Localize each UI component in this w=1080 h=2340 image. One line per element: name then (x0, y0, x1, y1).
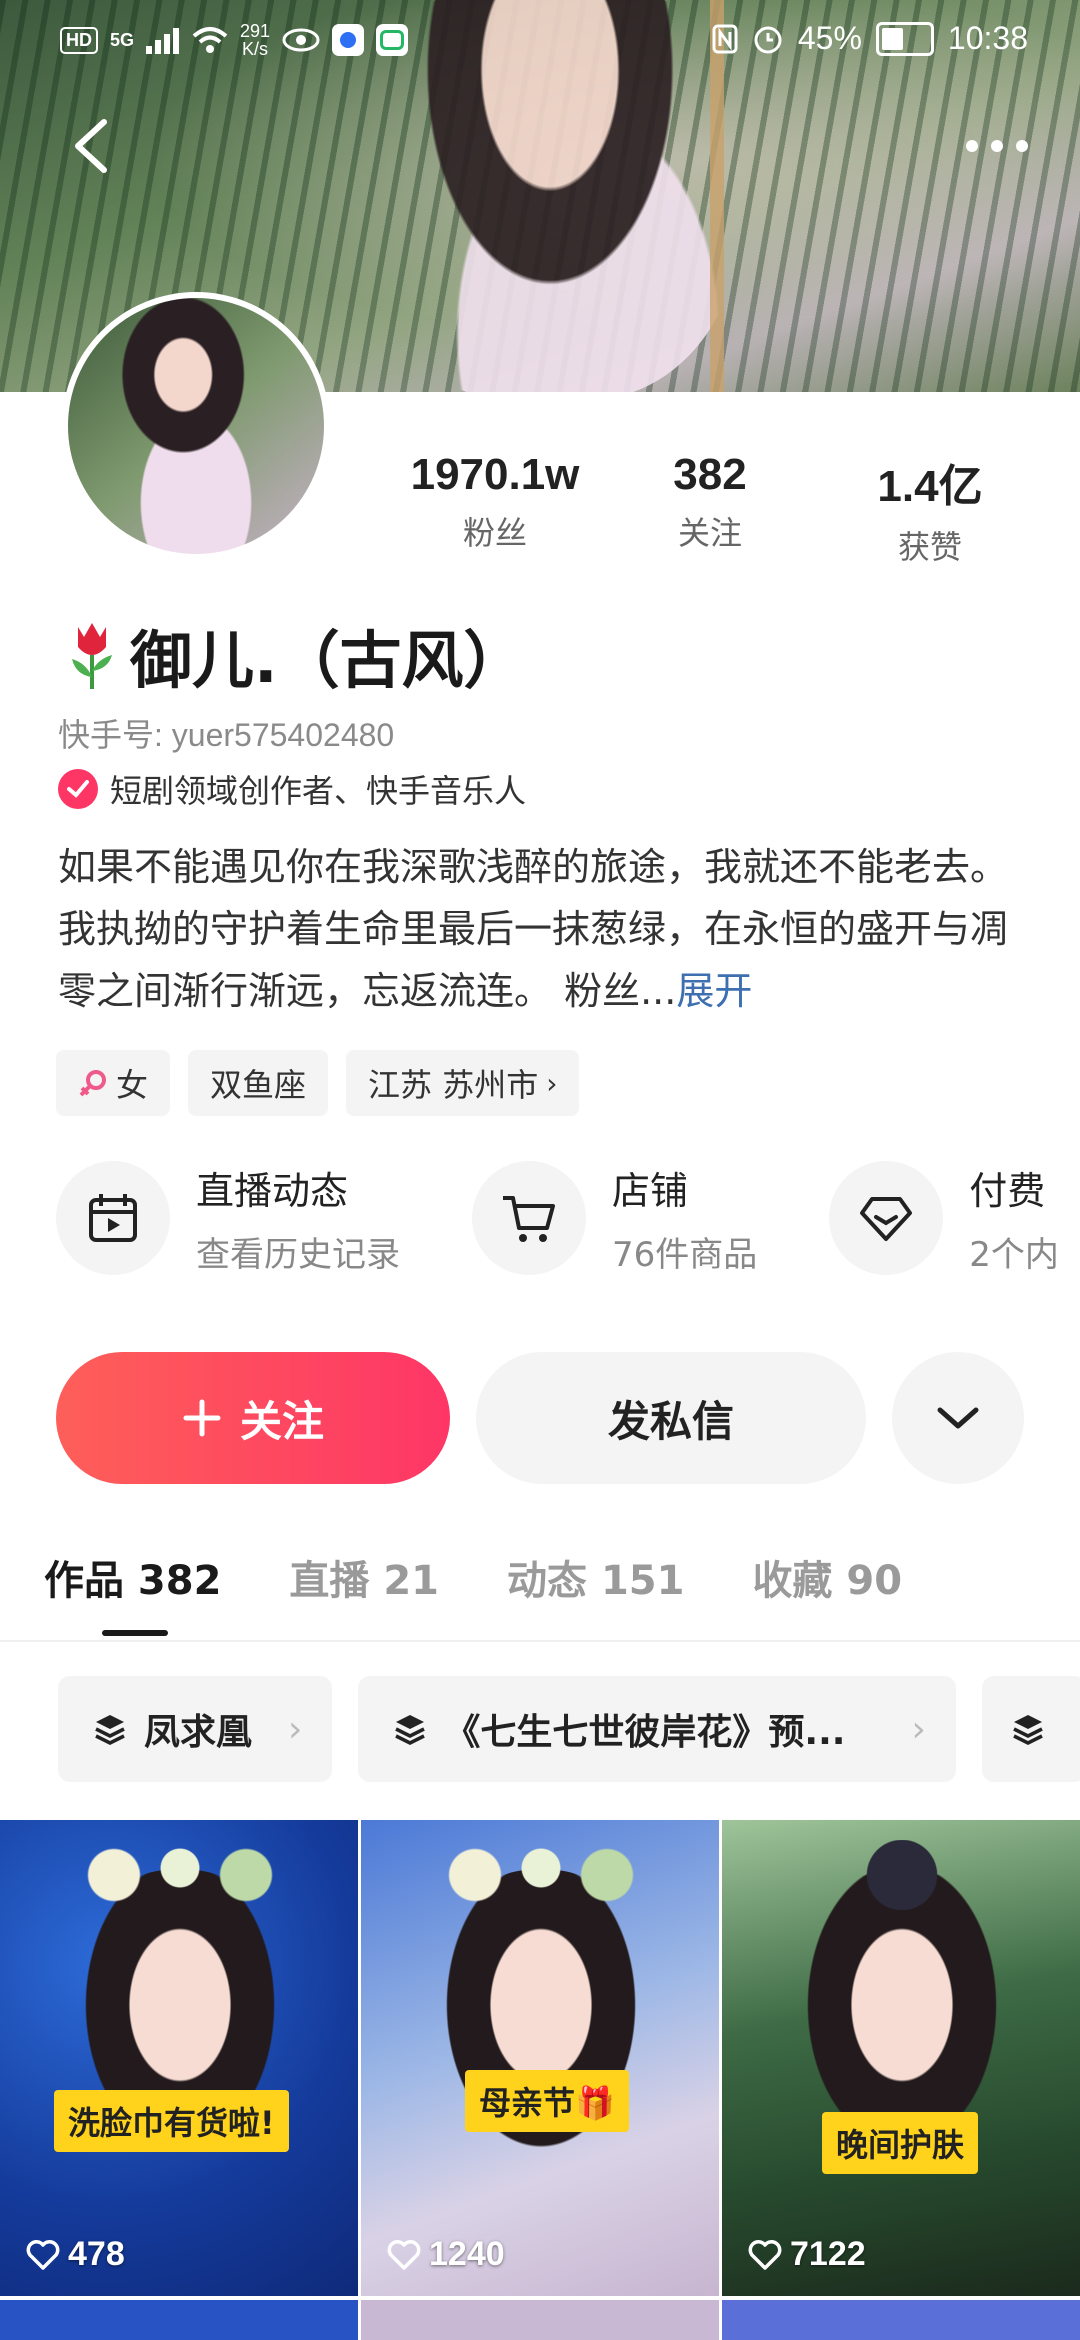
bio-text: 如果不能遇见你在我深歌浅醉的旅途，我就还不能老去。 我执拗的守护着生命里最后一抹… (58, 845, 1009, 1013)
calendar-play-icon (56, 1161, 170, 1275)
video-thumbnail-partial[interactable] (0, 2300, 358, 2340)
active-tab-indicator (102, 1630, 168, 1636)
eye-icon (282, 28, 320, 52)
plus-icon (183, 1399, 221, 1437)
hd-badge: HD (60, 26, 98, 54)
more-options-icon[interactable] (962, 126, 1032, 166)
video-likes: 7122 (748, 2235, 866, 2274)
battery-icon (875, 21, 934, 56)
video-thumbnail-partial[interactable] (361, 2300, 719, 2340)
stat-likes[interactable]: 1.4亿 获赞 (850, 450, 1010, 568)
stat-fans[interactable]: 1970.1w 粉丝 (400, 450, 590, 554)
profile-name: 御儿.（古风） (64, 610, 526, 700)
video-thumbnail[interactable]: 晚间护肤 7122 (722, 1820, 1080, 2296)
profile-tags: 女 双鱼座 江苏 苏州市 › (56, 1050, 580, 1116)
tulip-icon (72, 623, 112, 689)
service-live-history[interactable]: 直播动态 查看历史记录 (56, 1160, 400, 1276)
user-id[interactable]: 快手号: yuer575402480 (58, 710, 394, 756)
video-caption: 母亲节🎁 (465, 2070, 629, 2132)
baidu-icon (332, 24, 365, 56)
clock: 10:38 (947, 20, 1028, 56)
collection-item[interactable]: 《七生七世彼岸花》预... › (358, 1676, 956, 1782)
expand-bio-link[interactable]: 展开 (676, 969, 752, 1013)
video-likes: 1240 (387, 2235, 505, 2274)
zodiac-tag: 双鱼座 (188, 1050, 329, 1116)
diamond-icon (829, 1161, 944, 1275)
service-paid[interactable]: 付费 2个内 (829, 1160, 1059, 1276)
collection-item-partial[interactable] (981, 1676, 1080, 1782)
video-caption: 晚间护肤 (822, 2112, 979, 2174)
heart-icon (26, 2239, 60, 2270)
bio: 如果不能遇见你在我深歌浅醉的旅途，我就还不能老去。 我执拗的守护着生命里最后一抹… (58, 836, 1038, 1022)
chat-app-icon (376, 24, 409, 56)
chevron-down-icon (937, 1407, 979, 1429)
video-caption: 洗脸巾有货啦! (54, 2090, 289, 2152)
wifi-icon (192, 27, 228, 53)
divider (0, 1640, 1080, 1642)
tab-favorites[interactable]: 收藏 90 (752, 1548, 902, 1606)
back-arrow-icon[interactable] (66, 116, 116, 176)
follow-button[interactable]: 关注 (56, 1352, 450, 1484)
video-thumbnail-partial[interactable] (722, 2300, 1080, 2340)
cart-icon (472, 1161, 586, 1275)
avatar[interactable] (62, 292, 330, 560)
alarm-icon (754, 26, 782, 53)
service-shop[interactable]: 店铺 76件商品 (472, 1160, 757, 1276)
recommend-dropdown-button[interactable] (892, 1352, 1024, 1484)
signal-indicator: 5G (110, 29, 135, 50)
layers-icon (95, 1715, 125, 1745)
content-tabs: 作品 382 直播 21 动态 151 收藏 90 (44, 1548, 902, 1606)
message-button[interactable]: 发私信 (476, 1352, 866, 1484)
heart-icon (748, 2239, 782, 2270)
layers-icon (1013, 1715, 1043, 1745)
video-thumbnail[interactable]: 母亲节🎁 1240 (361, 1820, 719, 2296)
stat-following[interactable]: 382 关注 (640, 450, 780, 554)
verified-check-icon (58, 769, 98, 809)
chevron-right-icon: › (911, 1708, 926, 1750)
battery-percent: 45% (797, 20, 862, 56)
net-speed: 291 K/s (240, 21, 271, 59)
signal-bars-icon (146, 28, 180, 54)
collections-row: 凤求凰 › 《七生七世彼岸花》预... › (58, 1676, 1080, 1782)
video-thumbnail[interactable]: 洗脸巾有货啦! 478 (0, 1820, 358, 2296)
tab-moments[interactable]: 动态 151 (507, 1548, 684, 1606)
female-icon (79, 1070, 106, 1097)
nfc-icon (712, 24, 738, 53)
collection-item[interactable]: 凤求凰 › (58, 1676, 333, 1782)
location-tag[interactable]: 江苏 苏州市 › (346, 1050, 580, 1116)
certification[interactable]: 短剧领域创作者、快手音乐人 (58, 766, 526, 812)
tab-works[interactable]: 作品 382 (44, 1548, 221, 1606)
tab-live[interactable]: 直播 21 (289, 1548, 439, 1606)
action-buttons: 关注 发私信 (56, 1352, 1024, 1484)
heart-icon (387, 2239, 421, 2270)
gender-tag: 女 (56, 1050, 171, 1116)
layers-icon (395, 1715, 426, 1745)
services-row: 直播动态 查看历史记录 店铺 76件商品 付费 2个内 (56, 1160, 1080, 1276)
chevron-right-icon: › (546, 1066, 558, 1100)
video-likes: 478 (26, 2235, 125, 2274)
chevron-right-icon: › (288, 1708, 303, 1750)
status-bar: HD 5G 291 K/s 45% 10:38 (0, 0, 1080, 84)
